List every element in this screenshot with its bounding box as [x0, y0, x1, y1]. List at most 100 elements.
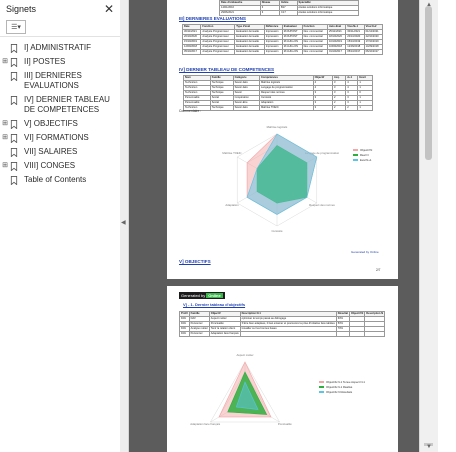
- legend-label: Eval N+1: [360, 158, 372, 162]
- expand-icon[interactable]: ⊞: [0, 161, 10, 171]
- bookmark-label: I] ADMINISTRATIF: [24, 43, 91, 52]
- bookmarks-panel: Signets ✕ ☰▾ I] ADMINISTRATIF ⊞ II] POSTES…: [0, 0, 121, 452]
- bookmark-icon: [10, 44, 18, 53]
- bookmark-icon: [10, 148, 18, 157]
- footer-brand[interactable]: Generated by Online: [351, 250, 379, 254]
- document-viewer[interactable]: Date d'embauche Niveau Indice Spécialité 14…: [129, 0, 438, 452]
- table-cell: Dev. commercial: [301, 49, 328, 55]
- bookmark-label: II] POSTES: [24, 57, 66, 66]
- bookmark-item[interactable]: III] DERNIERES EVALUATIONS: [0, 69, 120, 93]
- bookmark-options-button[interactable]: ☰▾: [6, 20, 26, 34]
- bookmark-icon: [10, 162, 18, 171]
- legend-swatch: [353, 148, 358, 152]
- table-cell: 2: [345, 105, 359, 111]
- radar-axis-label: Respect des normes: [309, 203, 335, 207]
- table-cell: Adaptation face français: [208, 331, 241, 337]
- radar-axis-label: Adaptation: [225, 203, 239, 207]
- comment-label: Commentaire :: [179, 109, 202, 113]
- table-cell: 2: [332, 105, 347, 111]
- table-cell: 3: [259, 10, 281, 16]
- bookmark-icon: [10, 96, 18, 105]
- collapse-arrow-icon[interactable]: ◀: [121, 219, 126, 226]
- table-cell: [239, 331, 337, 337]
- scroll-down-arrow-icon[interactable]: ▼: [426, 444, 432, 450]
- table-cell: 05/10/2017: [345, 49, 365, 55]
- table-cell: Technique: [209, 105, 234, 111]
- table-cell: Analyste Programmeur: [200, 49, 236, 55]
- expand-icon[interactable]: ⊞: [0, 133, 10, 143]
- radar-legend-competences: Objectif N Réel N Eval N+1: [353, 148, 372, 163]
- subsection-objectifs-title[interactable]: V] - 1. Dernier tableau d'objectifs: [183, 302, 245, 307]
- table-header-cell: Description N: [364, 311, 386, 317]
- bookmark-item[interactable]: VII] SALAIRES: [0, 145, 120, 159]
- legend-label: Objectifs N-1 Réalisé: [326, 385, 353, 389]
- radar-chart-objectifs: Aspect métier Ponctualité Adaptation face …: [190, 353, 292, 426]
- legend-label: Objectifs N-1 Tenue Aspect N-1: [326, 380, 365, 384]
- table-cell: Savoir-faire: [232, 105, 260, 111]
- legend-entry: Objectifs N-1 Réalisé: [319, 385, 365, 389]
- section-competences-title[interactable]: IV] DERNIER TABLEAU DE COMPETENCES: [179, 67, 274, 72]
- bookmark-icon: [10, 120, 18, 129]
- bookmark-label: VII] SALAIRES: [24, 147, 78, 156]
- expand-icon[interactable]: ⊞: [0, 57, 10, 67]
- table-cell: Evaluation Annuelle: [234, 49, 265, 55]
- table-cell: 05/10/2017: [181, 49, 202, 55]
- bookmark-item[interactable]: Table of Contents: [0, 173, 120, 187]
- pdf-page-3: Generated by Online V] - 1. Dernier table…: [167, 286, 398, 452]
- table-cell: [364, 331, 386, 337]
- legend-swatch: [353, 153, 358, 157]
- table-cell: études solutions informatique: [296, 10, 360, 16]
- table-cell: S'être bien adaptées, il faut entamer et…: [239, 321, 337, 327]
- brand-prefix: Generated by: [181, 293, 206, 298]
- bookmark-list: I] ADMINISTRATIF ⊞ II] POSTES III] DERNIERE…: [0, 37, 120, 187]
- table-cell: DAV: [179, 331, 190, 337]
- section-evaluations-title[interactable]: III] DERNIERES EVALUATIONS: [179, 16, 246, 21]
- legend-label: Objectifs N Résultats: [326, 390, 353, 394]
- legend-swatch: [319, 385, 324, 389]
- bookmark-item[interactable]: ⊞ V] OBJECTIFS: [0, 117, 120, 131]
- page-number: 2/7: [376, 268, 381, 272]
- expand-icon[interactable]: ⊞: [0, 119, 10, 129]
- bookmarks-toolbar: ☰▾: [0, 18, 120, 37]
- vertical-scrollbar[interactable]: ▲ ▼: [419, 0, 438, 452]
- evaluations-table: Date Fonction Type d'éval Référence Evaluate…: [181, 24, 384, 55]
- legend-entry: Objectif N: [353, 148, 372, 152]
- table-row: Technicien Technique Savoir-faire Maîtrise …: [183, 105, 373, 111]
- competences-table: Nom Famille Catégorie Compétences Objectif Ac…: [183, 75, 373, 111]
- bookmark-item[interactable]: ⊞ VIII] CONGES: [0, 159, 120, 173]
- table-cell: Personnel: [188, 331, 210, 337]
- scroll-thumb[interactable]: [425, 6, 432, 160]
- table-cell: Maîtrise TOEIC: [258, 105, 314, 111]
- table-cell: 01/10/2017: [326, 49, 347, 55]
- legend-swatch: [353, 158, 358, 162]
- bookmark-label: IV] DERNIER TABLEAU DE COMPETENCES: [24, 95, 110, 114]
- table-cell: 06/10/2017: [363, 49, 384, 55]
- bookmark-label: V] OBJECTIFS: [24, 119, 78, 128]
- legend-entry: Objectifs N-1 Tenue Aspect N-1: [319, 380, 365, 384]
- bookmark-icon: [10, 72, 18, 81]
- top-table: Date d'embauche Niveau Indice Spécialité 14…: [219, 0, 360, 16]
- bookmark-label: Table of Contents: [24, 175, 87, 184]
- bookmark-icon: [10, 58, 18, 67]
- table-row: DAV Personnel Adaptation face français: [179, 331, 386, 337]
- bookmark-item[interactable]: I] ADMINISTRATIF: [0, 41, 120, 55]
- table-cell: Analyse métier: [188, 326, 210, 332]
- bookmarks-title: Signets: [6, 4, 37, 14]
- close-icon[interactable]: ✕: [104, 2, 114, 16]
- brand-word: Online: [206, 293, 223, 298]
- section-objectifs-title[interactable]: V] OBJECTIFS: [179, 259, 211, 264]
- bookmark-icon: [10, 176, 18, 185]
- radar-axis-label: Maîtrise logiciels: [267, 125, 288, 129]
- legend-entry: Objectifs N Résultats: [319, 390, 365, 394]
- radar-chart-competences: Maîtrise logicielsLangage de programmati…: [222, 125, 339, 233]
- radar-axis-label: Aspect métier: [236, 353, 253, 357]
- bookmark-item[interactable]: IV] DERNIER TABLEAU DE COMPETENCES: [0, 93, 120, 117]
- table-cell: 29/06/2021: [219, 10, 261, 16]
- radar-series-area: [246, 133, 318, 215]
- bookmark-icon: [10, 134, 18, 143]
- panel-splitter[interactable]: ◀: [120, 0, 129, 452]
- bookmark-item[interactable]: ⊞ II] POSTES: [0, 55, 120, 69]
- bookmark-item[interactable]: ⊞ VI] FORMATIONS: [0, 131, 120, 145]
- legend-label: Réel N: [360, 153, 369, 157]
- table-cell: [335, 331, 351, 337]
